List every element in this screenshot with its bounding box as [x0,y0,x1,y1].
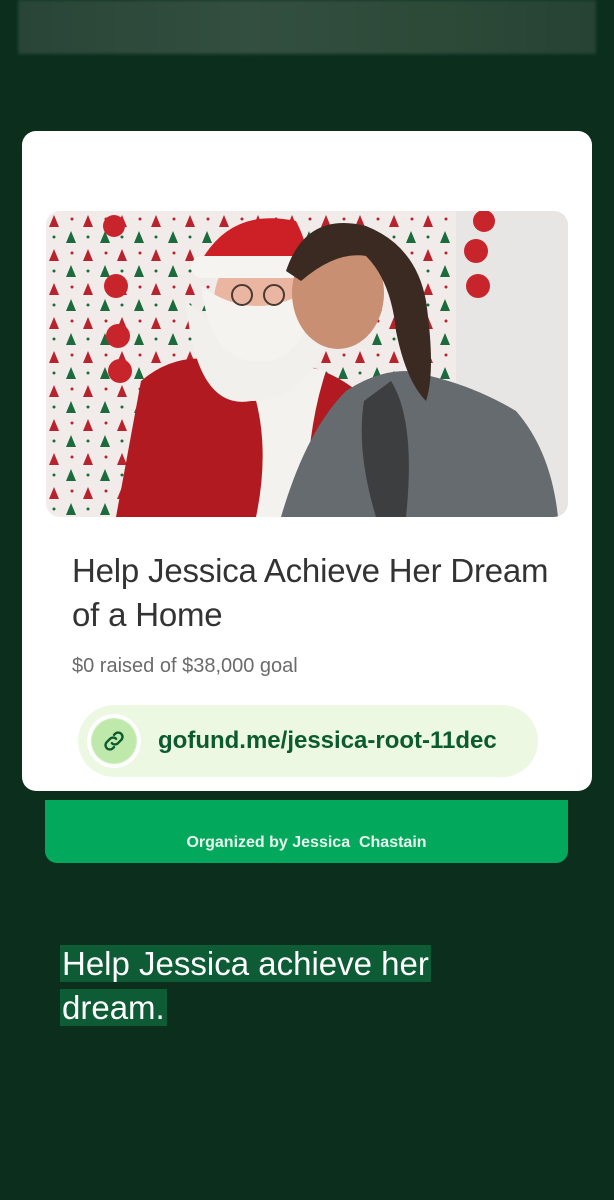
blurred-header [18,0,596,54]
caption: Help Jessica achieve her dream. [60,942,500,1030]
organizer-bar: Organized by Jessica Chastain [45,800,568,863]
campaign-link[interactable]: gofund.me/jessica-root-11dec [78,705,538,777]
campaign-link-text[interactable]: gofund.me/jessica-root-11dec [158,727,497,755]
raised-amount: $0 raised of $38,000 goal [72,655,298,677]
link-icon [87,714,141,768]
campaign-photo [46,211,568,517]
campaign-title: Help Jessica Achieve Her Dream of a Home [72,552,549,633]
campaign-card[interactable]: Help Jessica Achieve Her Dream of a Home… [22,131,592,791]
organizer-text: Organized by Jessica Chastain [186,834,427,851]
caption-text: Help Jessica achieve her dream. [60,945,431,1026]
